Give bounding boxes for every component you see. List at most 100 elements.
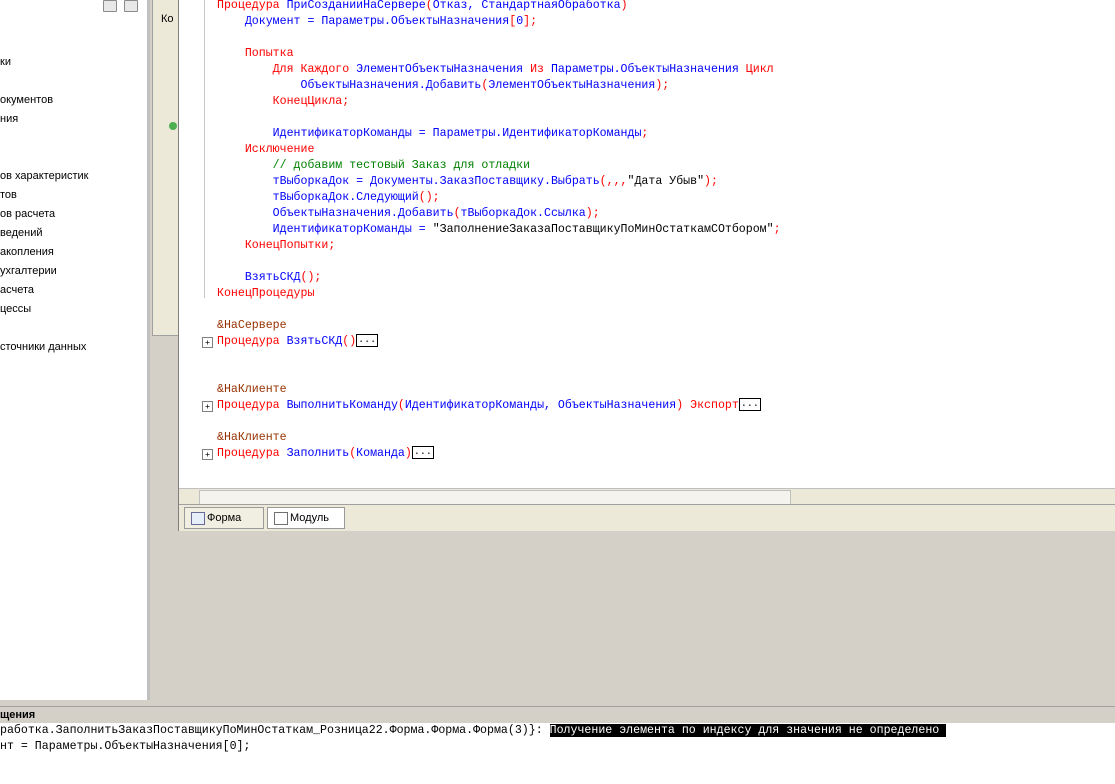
code-token: ) [404,447,412,460]
toolbar-icon[interactable] [103,0,117,12]
code-token: Команда [356,447,405,460]
code-token: КонецЦикла; [217,95,350,108]
status-dot-icon [169,122,177,130]
horizontal-scrollbar[interactable] [179,488,1115,505]
code-token: ); [704,175,718,188]
code-line: тВыборкаДок.Следующий(); [217,190,781,206]
code-line: Процедура ВзятьСКД()... [217,334,781,350]
code-token: Параметры.ОбъектыНазначения [550,63,746,76]
tree-item[interactable]: ния [0,113,18,125]
tree-item[interactable]: цессы [0,303,31,315]
code-line: ВзятьСКД(); [217,270,781,286]
tree-item[interactable]: ки [0,56,11,68]
code-line: КонецПроцедуры [217,286,781,302]
tree-item[interactable]: ов характеристик [0,170,88,182]
code-line: ОбъектыНазначения.Добавить(тВыборкаДок.С… [217,206,781,222]
code-token: ]; [523,15,538,28]
tab-module[interactable]: Модуль [267,507,345,529]
code-token: ОбъектыНазначения.Добавить [217,79,482,92]
code-token: ; [641,127,649,140]
tree-item[interactable]: асчета [0,284,34,296]
tab-form-label: Форма [207,512,242,524]
code-token: () [342,335,357,348]
code-token: ( [425,0,433,12]
code-token: Процедура [217,447,287,460]
configuration-tree-panel: ки окументов ния ов характеристик тов ов расч… [0,0,148,700]
form-preview-panel: Ко [152,0,180,336]
error-message-line[interactable]: работка.ЗаполнитьЗаказПоставщикуПоМинОст… [0,723,1115,739]
tree-item[interactable]: тов [0,189,17,201]
vertical-splitter[interactable] [147,0,150,700]
code-token: ВыполнитьКоманду [286,399,398,412]
code-token: ПриСозданииНаСервере [286,0,426,12]
gutter-outline-line [204,0,205,298]
code-token: Цикл [745,63,774,76]
code-line: &НаКлиенте [217,430,781,446]
code-token: "ЗаполнениеЗаказаПоставщикуПоМинОстаткам… [432,223,774,236]
code-line: КонецЦикла; [217,94,781,110]
code-line: Процедура ВыполнитьКоманду(Идентификатор… [217,398,781,414]
toolbar-icon[interactable] [124,0,138,12]
expand-icon[interactable]: + [202,337,213,348]
code-token: Отказ, СтандартнаяОбработка [432,0,621,12]
expand-icon[interactable]: + [202,449,213,460]
code-token: ) Экспорт [676,399,739,412]
collapsed-block-marker[interactable]: ... [738,398,761,412]
code-token: (); [418,191,440,204]
code-token: ИдентификаторКоманды = [217,223,433,236]
code-token: Документ = Параметры.ОбъектыНазначения [217,15,510,28]
code-token: Процедура [217,0,287,12]
code-token: ; [773,223,781,236]
code-editor[interactable]: Процедура ПриСозданииНаСервере(Отказ, Ст… [217,0,781,462]
code-token: тВыборкаДок.Ссылка [460,207,586,220]
code-line: Документ = Параметры.ОбъектыНазначения[0… [217,14,781,30]
tree-item[interactable]: акопления [0,246,54,258]
code-token: ) [620,0,628,12]
expand-icon[interactable]: + [202,401,213,412]
form-panel-label: Ко [161,13,174,25]
module-icon [274,512,288,525]
code-line: // добавим тестовый Заказ для отладки [217,158,781,174]
code-token: ВзятьСКД [286,335,343,348]
code-token: "Дата Убыв" [627,175,705,188]
tree-item[interactable]: ухгалтерии [0,265,57,277]
code-line: ОбъектыНазначения.Добавить(ЭлементОбъект… [217,78,781,94]
tree-item[interactable]: ведений [0,227,43,239]
collapsed-block-marker[interactable]: ... [356,334,379,348]
code-token: ОбъектыНазначения.Добавить [217,207,454,220]
code-token: КонецПроцедуры [217,287,315,300]
code-line: &НаСервере [217,318,781,334]
code-token: Заполнить [286,447,350,460]
tree-item[interactable]: окументов [0,94,53,106]
code-line: Попытка [217,46,781,62]
tree-item[interactable]: сточники данных [0,341,86,353]
code-token: Процедура [217,335,287,348]
code-token: Процедура [217,399,287,412]
code-line: Процедура ПриСозданииНаСервере(Отказ, Ст… [217,0,781,14]
tab-form[interactable]: Форма [184,507,264,529]
code-token: ); [585,207,600,220]
code-token: &НаКлиенте [217,383,287,396]
code-token: ); [655,79,670,92]
tree-item[interactable]: ов расчета [0,208,55,220]
code-token: ВзятьСКД [217,271,301,284]
code-token: Из [530,63,551,76]
scrollbar-thumb[interactable] [199,490,791,505]
code-token: (,,, [599,175,628,188]
code-line: Исключение [217,142,781,158]
code-token: КонецПопытки; [217,239,336,252]
error-source-line[interactable]: нт = Параметры.ОбъектыНазначения[0]; [0,739,1115,755]
module-editor-window: Процедура ПриСозданииНаСервере(Отказ, Ст… [178,0,1115,531]
code-token: &НаСервере [217,319,287,332]
editor-tabs: Форма Модуль [179,504,1115,531]
code-token: Исключение [217,143,315,156]
code-line: Процедура Заполнить(Команда)... [217,446,781,462]
collapsed-block-marker[interactable]: ... [411,446,434,460]
code-token: // добавим тестовый Заказ для отладки [217,159,531,172]
